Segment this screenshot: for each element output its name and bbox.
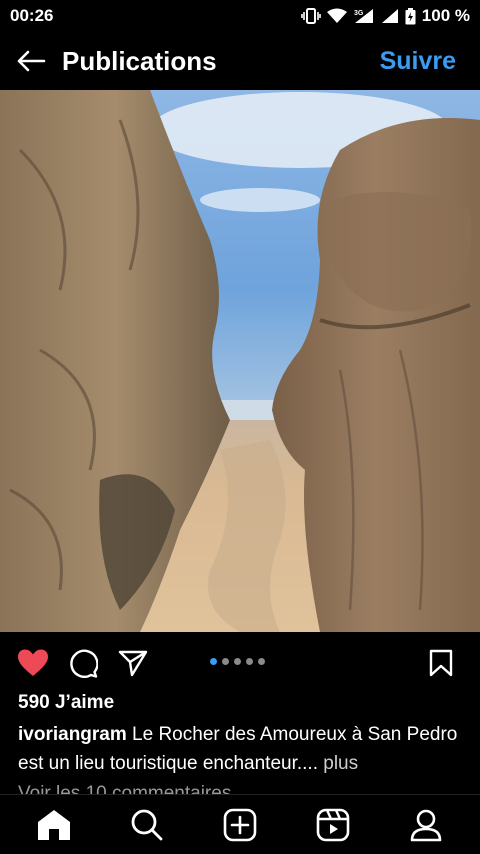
post-actions: [0, 640, 480, 686]
carousel-dot: [246, 658, 253, 665]
svg-text:3G: 3G: [354, 10, 364, 17]
signal-icon: [381, 8, 399, 24]
status-time: 00:26: [10, 6, 54, 25]
view-comments-link[interactable]: Voir les 10 commentaires: [18, 780, 231, 794]
comment-button[interactable]: [66, 646, 100, 680]
likes-count[interactable]: 590 J’aime: [18, 692, 114, 714]
status-bar: 00:26 3G 100 %: [0, 0, 480, 32]
carousel-dot: [222, 658, 229, 665]
header: Publications Suivre: [0, 32, 480, 90]
nav-home[interactable]: [32, 803, 76, 847]
page-title: Publications: [62, 45, 217, 76]
status-icons: 3G 100 %: [300, 6, 470, 26]
caption-username[interactable]: ivoriangram: [18, 724, 127, 745]
carousel-dot: [258, 658, 265, 665]
wifi-icon: [326, 8, 347, 24]
comment-icon: [70, 649, 98, 678]
search-icon: [131, 809, 163, 840]
nav-reels[interactable]: [311, 803, 355, 847]
vibrate-icon: [300, 8, 321, 24]
carousel-dot: [210, 658, 217, 665]
post-image[interactable]: [0, 90, 480, 632]
signal-3g-icon: 3G: [353, 8, 375, 24]
post-caption: ivoriangram Le Rocher des Amoureux à San…: [18, 720, 468, 778]
follow-button[interactable]: Suivre: [380, 47, 456, 76]
arrow-left-icon: [17, 50, 46, 72]
battery-icon: [405, 7, 416, 25]
back-button[interactable]: [14, 44, 48, 78]
like-button[interactable]: [16, 646, 50, 680]
battery-level: 100 %: [421, 6, 470, 25]
send-icon: [118, 650, 148, 677]
profile-icon: [410, 809, 441, 841]
plus-square-icon: [223, 808, 257, 841]
caption-more-link[interactable]: plus: [323, 753, 358, 774]
bottom-nav: [0, 794, 480, 854]
nav-profile[interactable]: [404, 803, 448, 847]
share-button[interactable]: [116, 646, 150, 680]
heart-icon: [18, 649, 48, 676]
bookmark-icon: [429, 649, 453, 677]
home-icon: [38, 809, 71, 840]
nav-create[interactable]: [218, 803, 262, 847]
carousel-indicator: [210, 658, 265, 665]
carousel-dot: [234, 658, 241, 665]
reels-icon: [316, 808, 350, 841]
nav-search[interactable]: [125, 803, 169, 847]
save-button[interactable]: [424, 646, 458, 680]
